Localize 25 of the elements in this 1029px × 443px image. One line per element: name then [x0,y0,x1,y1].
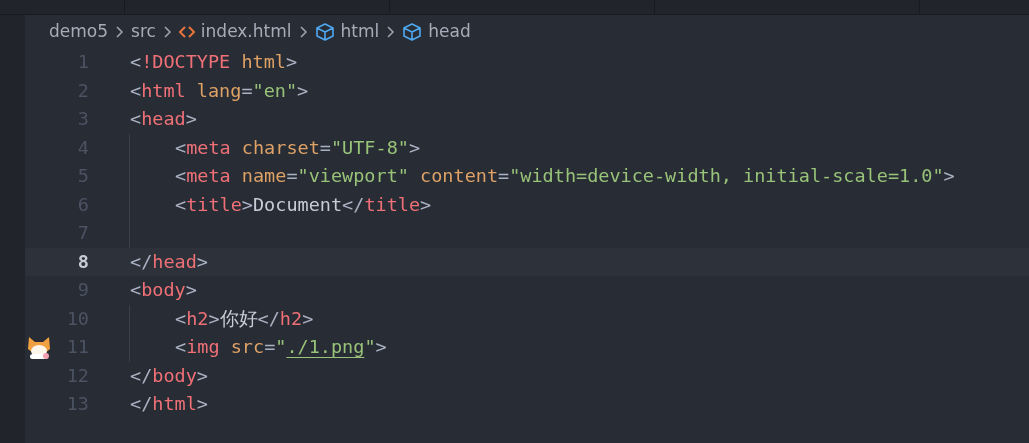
chevron-right-icon [386,24,396,39]
code-text: <meta name="viewport" content="width=device-width, initial-scale=1.0"> [175,164,955,189]
breadcrumb-item[interactable]: src [131,18,156,45]
code-brackets-icon [178,24,195,39]
code-text: </body> [130,363,208,388]
cube-icon [314,21,335,42]
code-text: <head> [130,107,197,132]
line-number: 8 [76,249,89,274]
code-text: </head> [130,249,208,274]
code-text: <meta charset="UTF-8"> [175,135,421,160]
breadcrumb-item[interactable]: head [428,18,471,45]
code-text: </html> [130,392,208,417]
code-text: <html lang="en"> [130,78,309,103]
code-text: <h2>你好</h2> [175,306,314,331]
chevron-right-icon [298,24,308,39]
code-text: <title>Document</title> [175,192,432,217]
code-text: <!DOCTYPE html> [130,50,298,75]
chevron-right-icon [162,24,172,39]
breadcrumb-item[interactable]: index.html [200,18,292,45]
code-text: <img src="./1.png"> [175,335,387,360]
breadcrumb-item[interactable]: html [340,18,380,45]
cube-icon [402,21,423,42]
code-text: <body> [130,278,197,303]
chevron-right-icon [115,24,125,39]
breadcrumb-item[interactable]: demo5 [49,18,109,45]
